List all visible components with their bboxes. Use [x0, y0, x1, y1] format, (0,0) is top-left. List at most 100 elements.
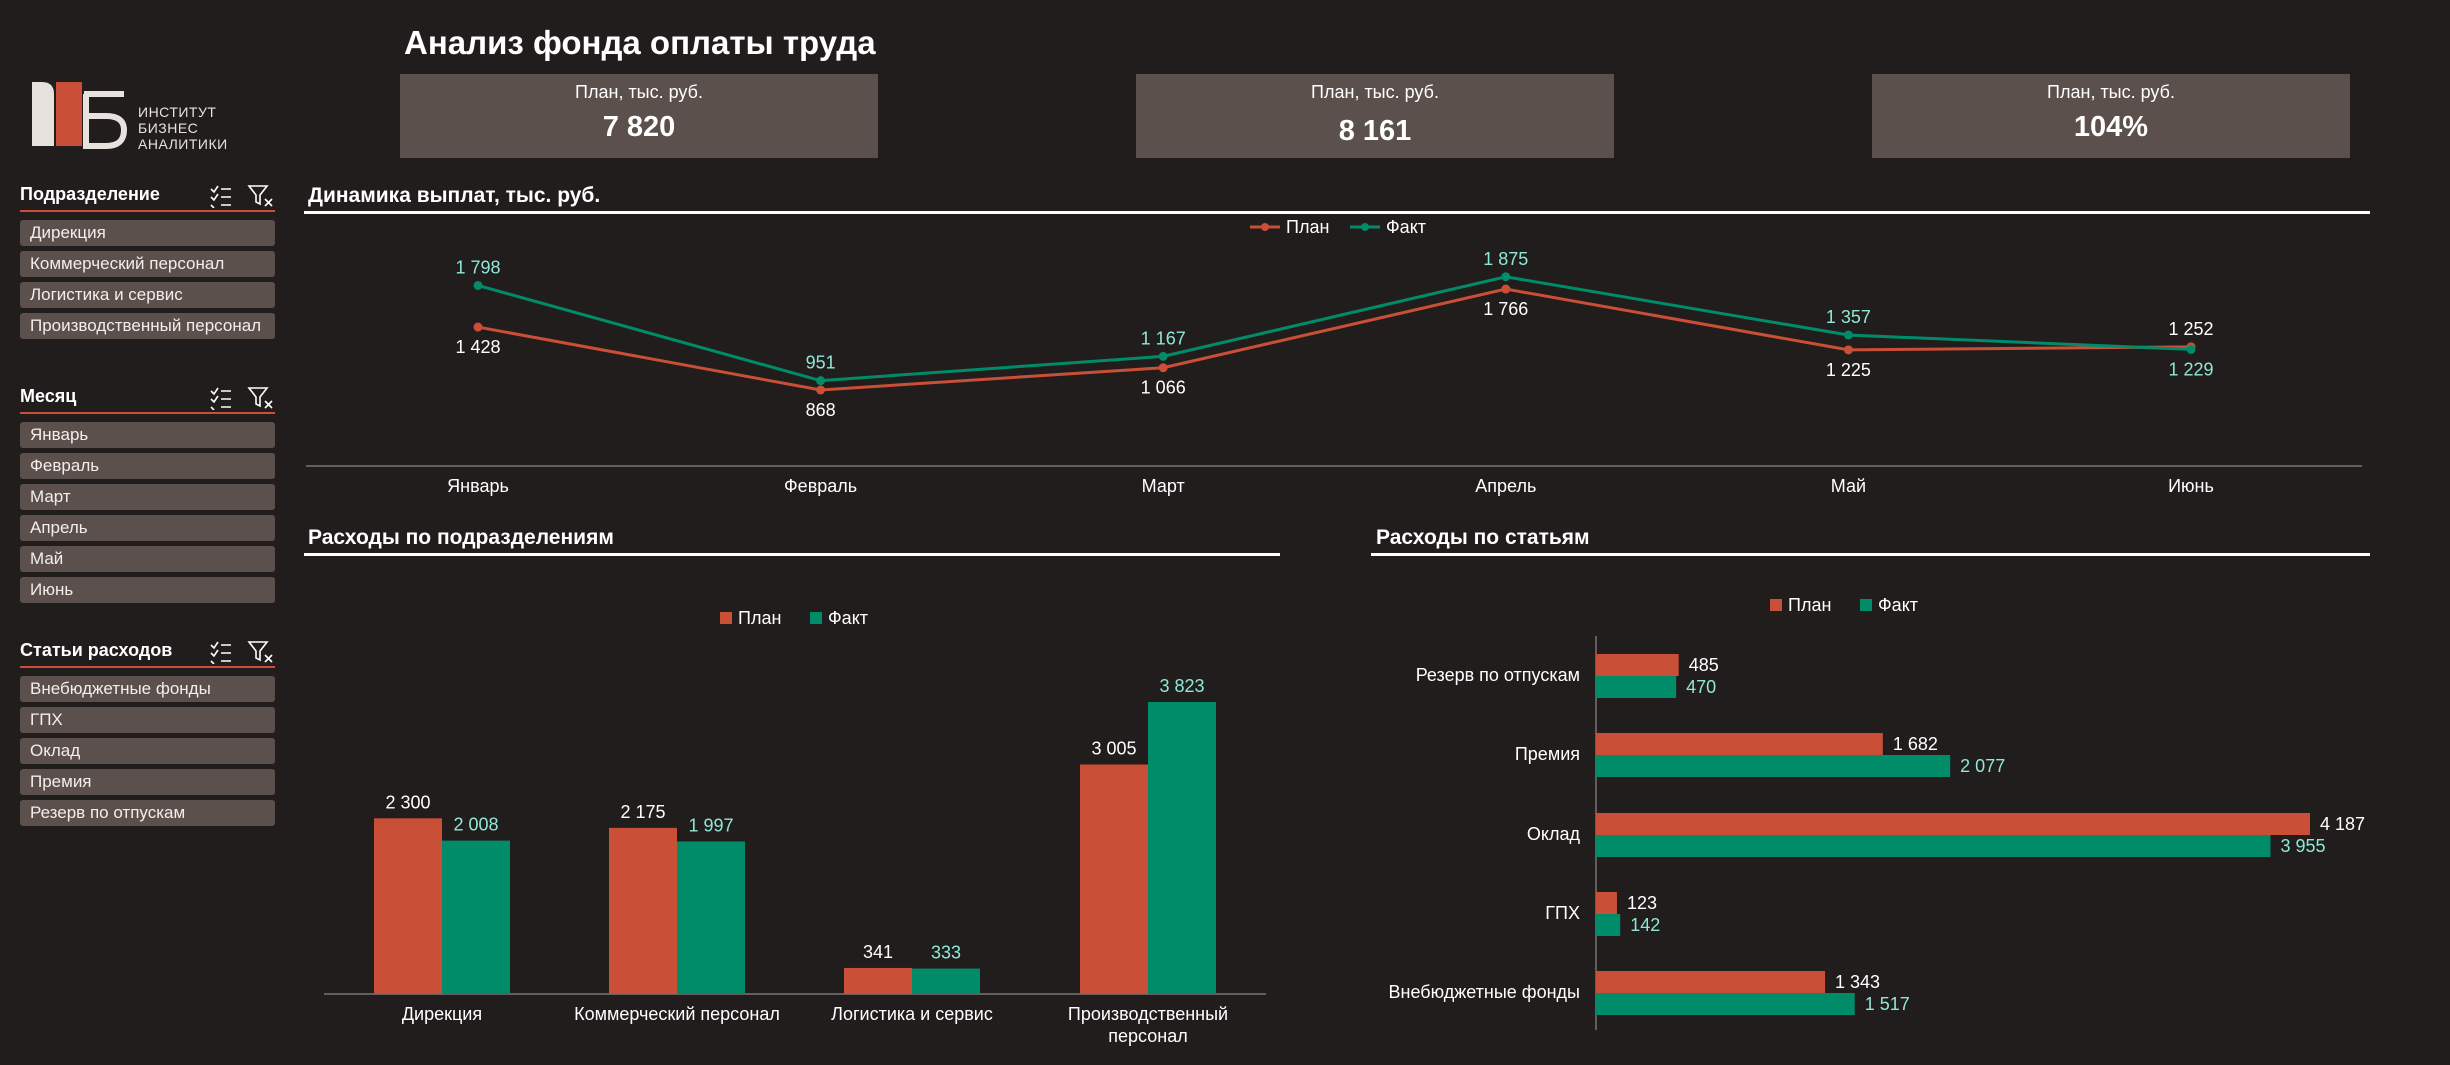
- logo-text: ИНСТИТУТ БИЗНЕС АНАЛИТИКИ: [138, 104, 228, 152]
- checklist-icon[interactable]: [210, 641, 231, 664]
- page-title: Анализ фонда оплаты труда: [404, 24, 876, 61]
- legend-marker: [1770, 599, 1782, 611]
- bar-fact: [1596, 755, 1951, 777]
- slicer-item[interactable]: Апрель: [20, 515, 275, 541]
- slicer-item[interactable]: Внебюджетные фонды: [20, 676, 275, 702]
- slicer-item[interactable]: Премия: [20, 769, 275, 795]
- bar-plan: [609, 827, 677, 994]
- data-label-fact: 142: [1630, 915, 1660, 935]
- data-point: [816, 385, 826, 395]
- slicer-item[interactable]: Коммерческий персонал: [20, 251, 275, 277]
- items-bar-chart: План Факт Резерв по отпускам 485470 Премия 1 …: [1389, 595, 2365, 1030]
- checklist-icon[interactable]: [210, 387, 231, 410]
- legend-marker: [1361, 223, 1369, 231]
- y-tick-label: Резерв по отпускам: [1416, 665, 1580, 685]
- data-label-plan: 3 005: [1091, 738, 1136, 758]
- data-label-fact: 470: [1686, 677, 1716, 697]
- bar-fact: [677, 841, 745, 994]
- bar-fact: [1596, 993, 1855, 1015]
- filter-clear-icon[interactable]: [247, 185, 273, 207]
- data-label-plan: 1 252: [2168, 319, 2213, 339]
- dept-bar-chart: План Факт 2 300 2 008 Дирекция 2 175 1 997 Комм…: [324, 608, 1266, 1046]
- slicer-item[interactable]: Январь: [20, 422, 275, 448]
- bar-fact: [442, 840, 510, 994]
- data-label-fact: 2 008: [453, 815, 498, 835]
- x-tick-label: Апрель: [1475, 476, 1536, 496]
- data-label-fact: 333: [931, 943, 961, 963]
- data-label-plan: 2 175: [620, 802, 665, 822]
- filter-clear-icon[interactable]: [247, 641, 273, 663]
- y-tick-label: Внебюджетные фонды: [1389, 982, 1580, 1002]
- x-tick-label: персонал: [1108, 1026, 1187, 1046]
- slicer-title: Месяц: [20, 386, 77, 406]
- data-label-plan: 1 225: [1826, 360, 1871, 380]
- data-label-fact: 2 077: [1960, 756, 2005, 776]
- y-tick-label: Оклад: [1527, 824, 1581, 844]
- x-tick-label: Январь: [447, 476, 509, 496]
- y-tick-label: ГПХ: [1545, 903, 1580, 923]
- legend-label: Факт: [1878, 595, 1918, 615]
- slicer-item[interactable]: Март: [20, 484, 275, 510]
- x-tick-label: Февраль: [784, 476, 857, 496]
- line-chart: План Факт Январь Февраль Март Апрель Май Июнь 1 …: [306, 217, 2362, 496]
- data-label-fact: 1 229: [2168, 359, 2213, 379]
- y-tick-label: Премия: [1515, 744, 1580, 764]
- line-chart-title: Динамика выплат, тыс. руб.: [308, 184, 601, 207]
- data-label-plan: 1 066: [1141, 378, 1186, 398]
- data-label-plan: 1 682: [1893, 734, 1938, 754]
- data-point: [1501, 284, 1511, 294]
- x-tick-label: Производственный: [1068, 1004, 1228, 1024]
- kpi-card-percent: План, тыс. руб. 104%: [1872, 74, 2350, 158]
- legend-marker: [1261, 223, 1269, 231]
- data-label-plan: 1 428: [455, 337, 500, 357]
- data-point: [473, 280, 483, 290]
- checklist-icon[interactable]: [210, 185, 231, 208]
- slicer-item[interactable]: Май: [20, 546, 275, 572]
- data-point: [816, 376, 826, 386]
- legend-label: Факт: [1386, 217, 1426, 237]
- x-tick-label: Март: [1142, 476, 1185, 496]
- bar-plan: [1596, 733, 1883, 755]
- data-label-plan: 341: [863, 942, 893, 962]
- slicer-item[interactable]: Оклад: [20, 738, 275, 764]
- data-label-plan: 485: [1689, 655, 1719, 675]
- slicer-month: Месяц Январь Февраль Март Апрель Май Июн…: [20, 384, 275, 603]
- legend-label: Факт: [828, 608, 868, 628]
- kpi-label: План, тыс. руб.: [575, 82, 703, 102]
- legend-label: План: [738, 608, 781, 628]
- data-point: [1843, 330, 1853, 340]
- section-divider: [1371, 553, 2370, 556]
- data-label-fact: 951: [806, 353, 836, 373]
- slicer-item[interactable]: Февраль: [20, 453, 275, 479]
- legend-label: План: [1788, 595, 1831, 615]
- data-label-plan: 123: [1627, 893, 1657, 913]
- bar-fact: [912, 968, 980, 994]
- kpi-card-fact: План, тыс. руб. 8 161: [1136, 74, 1614, 158]
- x-tick-label: Май: [1831, 476, 1866, 496]
- slicer-item[interactable]: Июнь: [20, 577, 275, 603]
- slicer-expense-items: Статьи расходов Внебюджетные фонды ГПХ О…: [20, 638, 275, 826]
- data-point: [1158, 363, 1168, 373]
- filter-clear-icon[interactable]: [247, 387, 273, 409]
- bar-fact: [1596, 676, 1677, 698]
- data-label-fact: 1 875: [1483, 249, 1528, 269]
- data-point: [1843, 345, 1853, 355]
- data-label-fact: 1 517: [1865, 994, 1910, 1014]
- bar-plan: [1596, 654, 1679, 676]
- data-label-plan: 1 343: [1835, 972, 1880, 992]
- x-tick-label: Логистика и сервис: [831, 1004, 993, 1024]
- slicer-item[interactable]: Логистика и сервис: [20, 282, 275, 308]
- slicer-item[interactable]: Производственный персонал: [20, 313, 275, 339]
- data-label-fact: 3 955: [2280, 836, 2325, 856]
- bar-plan: [1080, 764, 1148, 994]
- data-point: [473, 322, 483, 332]
- bar-plan: [1596, 892, 1617, 914]
- slicer-item[interactable]: Резерв по отпускам: [20, 800, 275, 826]
- bar-plan: [1596, 971, 1826, 993]
- data-point: [2186, 344, 2196, 354]
- bar-plan: [374, 818, 442, 994]
- slicer-item[interactable]: Дирекция: [20, 220, 275, 246]
- slicer-item[interactable]: ГПХ: [20, 707, 275, 733]
- legend-marker: [810, 612, 822, 624]
- data-label-plan: 2 300: [385, 792, 430, 812]
